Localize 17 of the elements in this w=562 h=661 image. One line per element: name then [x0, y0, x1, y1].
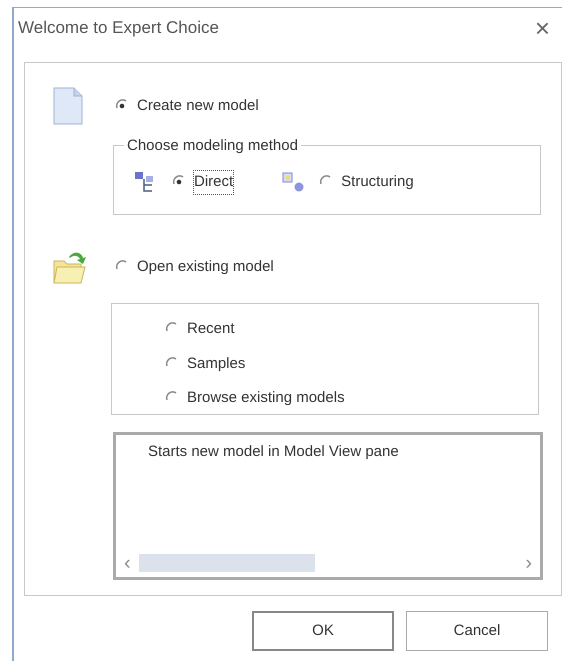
description-text: Starts new model in Model View pane	[147, 442, 400, 462]
scroll-right-button[interactable]: ›	[525, 553, 532, 573]
modeling-method-option[interactable]: Structuring	[341, 171, 414, 194]
dialog-button[interactable]: Cancel	[406, 611, 548, 651]
close-button[interactable]: ×	[530, 15, 554, 41]
open-source-option[interactable]: Recent	[187, 318, 235, 340]
window-title: Welcome to Expert Choice	[18, 17, 219, 40]
open-model-option[interactable]: Open existing model	[137, 256, 274, 278]
dialog-button[interactable]: OK	[252, 611, 394, 651]
open-source-option[interactable]: Samples	[187, 352, 246, 375]
scrollbar-thumb[interactable]	[138, 554, 315, 572]
horizontal-scrollbar[interactable]: ‹ ›	[116, 553, 540, 573]
open-source-option[interactable]: Browse existing models	[187, 387, 345, 410]
scroll-left-button[interactable]: ‹	[124, 553, 131, 573]
modeling-method-option[interactable]: Direct	[194, 171, 234, 194]
create-model-option[interactable]: Create new model	[137, 94, 259, 118]
document-icon	[53, 87, 83, 125]
